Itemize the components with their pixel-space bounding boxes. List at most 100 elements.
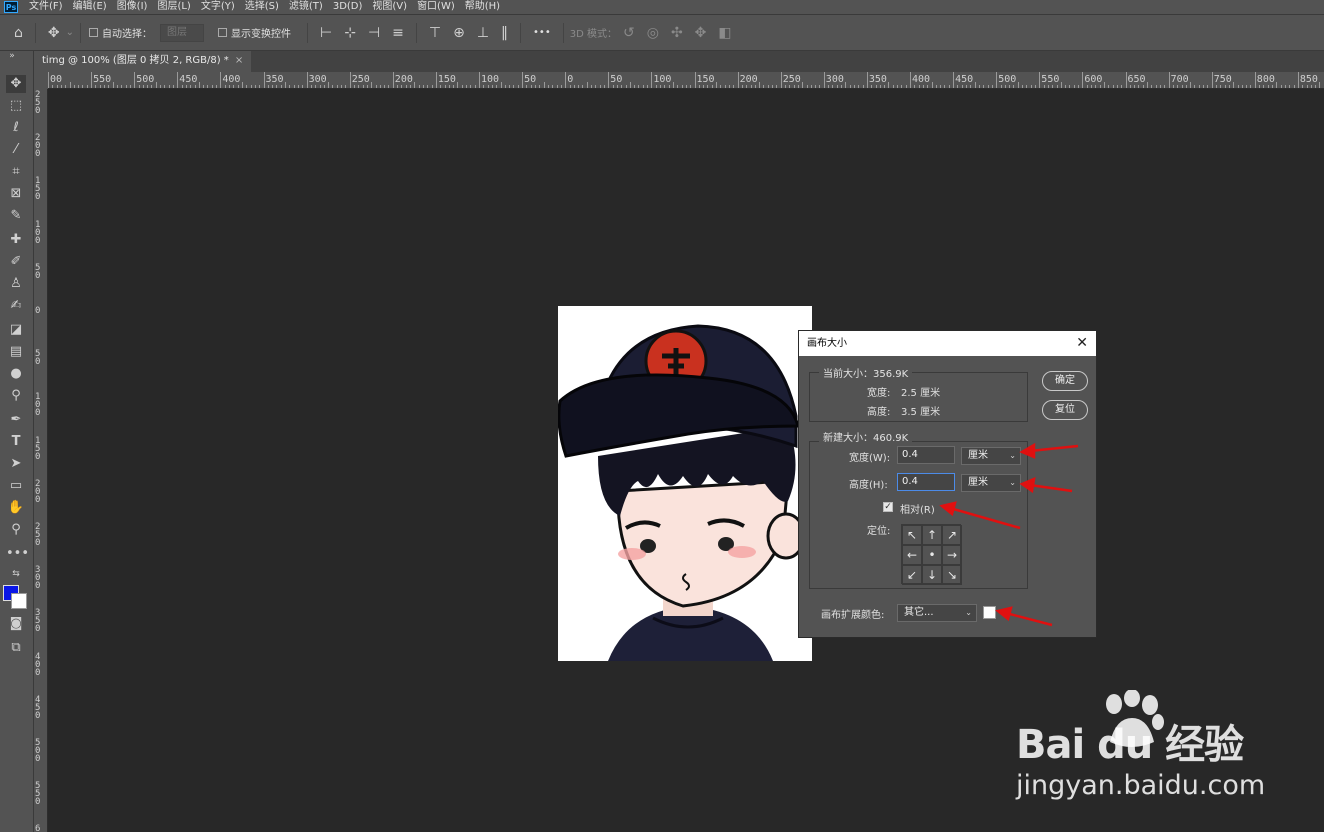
- blur-tool-icon[interactable]: ●: [6, 365, 26, 383]
- ruler-tick: [974, 82, 976, 88]
- home-icon[interactable]: ⌂: [14, 25, 23, 41]
- layer-select-dropdown[interactable]: 图层: [160, 23, 205, 42]
- 3d-slide-icon[interactable]: ✥: [695, 25, 707, 41]
- width-unit-select[interactable]: 厘米 ⌄: [961, 447, 1021, 465]
- anchor-top-left[interactable]: ↖: [902, 525, 922, 545]
- menu-file[interactable]: 文件(F): [24, 0, 68, 14]
- menu-3d[interactable]: 3D(D): [328, 0, 368, 14]
- hand-tool-icon[interactable]: ✋: [6, 499, 26, 517]
- ruler-tick: [642, 85, 644, 88]
- menu-layer[interactable]: 图层(L): [152, 0, 195, 14]
- align-center-h-icon[interactable]: ⊹: [344, 25, 356, 41]
- distribute-v-icon[interactable]: ‖: [501, 25, 508, 41]
- ruler-tick: [750, 85, 752, 88]
- path-selection-tool-icon[interactable]: ➤: [6, 455, 26, 473]
- quick-mask-icon[interactable]: ◙: [6, 615, 26, 633]
- marquee-tool-icon[interactable]: ⬚: [6, 97, 26, 115]
- auto-select-checkbox[interactable]: [89, 28, 99, 37]
- screen-mode-icon[interactable]: ⧉: [6, 639, 26, 657]
- menu-view[interactable]: 视图(V): [367, 0, 412, 14]
- 3d-pan-icon[interactable]: ✣: [671, 25, 683, 41]
- ruler-tick: [582, 85, 584, 88]
- 3d-camera-icon[interactable]: ◧: [718, 25, 731, 41]
- ruler-tick: [418, 85, 420, 88]
- crop-tool-icon[interactable]: ⌗: [6, 163, 26, 181]
- ruler-tick: [181, 85, 183, 88]
- align-bottom-icon[interactable]: ⊥: [477, 25, 489, 41]
- canvas-extension-color-select[interactable]: 其它... ⌄: [897, 604, 977, 622]
- canvas-image[interactable]: [558, 306, 812, 661]
- type-tool-icon[interactable]: T: [6, 433, 26, 451]
- move-tool-icon[interactable]: ✥: [48, 25, 60, 41]
- close-icon[interactable]: ✕: [1076, 331, 1088, 356]
- ruler-tick: [698, 85, 700, 88]
- anchor-bottom-right[interactable]: ↘: [942, 565, 962, 585]
- dialog-title-bar[interactable]: 画布大小 ✕: [799, 331, 1096, 356]
- move-tool-icon[interactable]: ✥: [6, 75, 26, 93]
- ruler-tick: [608, 72, 610, 88]
- ruler-tick-label: 350: [265, 74, 284, 85]
- brush-tool-icon[interactable]: ✐: [6, 253, 26, 271]
- align-right-icon[interactable]: ⊣: [368, 25, 380, 41]
- close-icon[interactable]: ×: [235, 51, 243, 72]
- menu-image[interactable]: 图像(I): [112, 0, 153, 14]
- ruler-tick-label: 0: [567, 74, 574, 85]
- anchor-top[interactable]: ↑: [922, 525, 942, 545]
- anchor-bottom-left[interactable]: ↙: [902, 565, 922, 585]
- menu-type[interactable]: 文字(Y): [196, 0, 240, 14]
- reset-button[interactable]: 复位: [1042, 400, 1088, 420]
- ruler-tick: [276, 85, 278, 88]
- ruler-tick: [1293, 85, 1295, 88]
- extension-color-swatch[interactable]: [983, 606, 996, 619]
- anchor-center[interactable]: •: [922, 545, 942, 565]
- divider: [415, 22, 417, 43]
- gradient-tool-icon[interactable]: ▤: [6, 343, 26, 361]
- menu-window[interactable]: 窗口(W): [412, 0, 460, 14]
- height-unit-select[interactable]: 厘米 ⌄: [961, 474, 1021, 492]
- shape-tool-icon[interactable]: ▭: [6, 477, 26, 495]
- eyedropper-tool-icon[interactable]: ✎: [6, 207, 26, 225]
- eraser-tool-icon[interactable]: ◪: [6, 321, 26, 339]
- document-tab[interactable]: timg @ 100% (图层 0 拷贝 2, RGB/8) * ×: [34, 51, 252, 72]
- zoom-tool-icon[interactable]: ⚲: [6, 521, 26, 539]
- stamp-tool-icon[interactable]: ♙: [6, 275, 26, 293]
- frame-tool-icon[interactable]: ⊠: [6, 185, 26, 203]
- edit-toolbar-icon[interactable]: •••: [6, 545, 29, 563]
- healing-brush-tool-icon[interactable]: ✚: [6, 231, 26, 249]
- relative-checkbox[interactable]: ✓: [883, 502, 893, 512]
- menu-select[interactable]: 选择(S): [240, 0, 284, 14]
- pen-tool-icon[interactable]: ✒: [6, 411, 26, 429]
- ruler-tick-label: 150: [696, 74, 715, 85]
- anchor-right[interactable]: →: [942, 545, 962, 565]
- align-middle-v-icon[interactable]: ⊕: [453, 25, 465, 41]
- lasso-tool-icon[interactable]: ℓ: [6, 119, 26, 137]
- distribute-h-icon[interactable]: ≡: [392, 25, 404, 41]
- anchor-bottom[interactable]: ↓: [922, 565, 942, 585]
- show-transform-checkbox[interactable]: [218, 28, 228, 37]
- 3d-orbit-icon[interactable]: ↺: [623, 25, 635, 41]
- history-brush-tool-icon[interactable]: ✍: [6, 297, 26, 315]
- 3d-roll-icon[interactable]: ◎: [647, 25, 659, 41]
- anchor-top-right[interactable]: ↗: [942, 525, 962, 545]
- panel-collapse-icon[interactable]: »: [2, 47, 22, 65]
- more-options-button[interactable]: •••: [533, 27, 551, 38]
- height-input[interactable]: 0.4: [897, 473, 955, 491]
- menu-help[interactable]: 帮助(H): [460, 0, 505, 14]
- background-color-swatch[interactable]: [11, 593, 27, 609]
- dodge-tool-icon[interactable]: ⚲: [6, 387, 26, 405]
- menu-edit[interactable]: 编辑(E): [68, 0, 112, 14]
- swap-colors-icon[interactable]: ⇆: [6, 565, 26, 583]
- menu-filter[interactable]: 滤镜(T): [284, 0, 328, 14]
- ruler-tick: [315, 85, 317, 88]
- ruler-tick: [457, 82, 459, 88]
- width-input[interactable]: 0.4: [897, 446, 955, 464]
- chevron-down-icon[interactable]: ⌄: [66, 27, 74, 38]
- ruler-tick: [836, 85, 838, 88]
- align-top-icon[interactable]: ⊤: [429, 25, 441, 41]
- magic-wand-tool-icon[interactable]: ⁄: [6, 141, 26, 159]
- anchor-left[interactable]: ←: [902, 545, 922, 565]
- ruler-tick: [862, 85, 864, 88]
- ok-button[interactable]: 确定: [1042, 371, 1088, 391]
- document-tab-bar: timg @ 100% (图层 0 拷贝 2, RGB/8) * ×: [34, 51, 1324, 72]
- align-left-icon[interactable]: ⊢: [320, 25, 332, 41]
